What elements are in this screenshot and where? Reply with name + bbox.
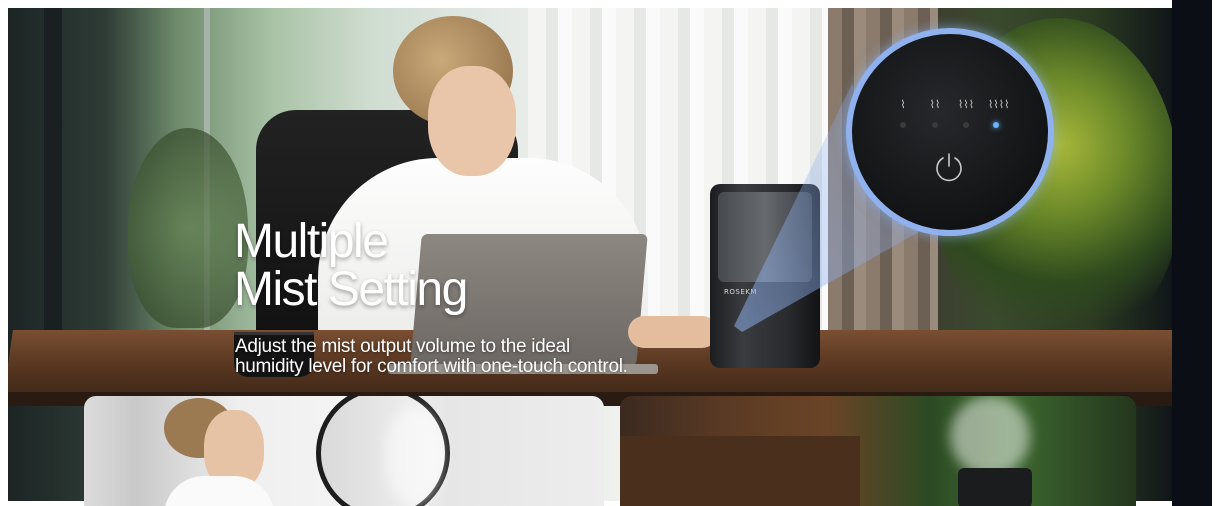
mist-level-icon: ⌇⌇⌇⌇ <box>988 98 1010 111</box>
woman-face <box>428 66 516 176</box>
humidifier: ROSEKM <box>710 184 820 368</box>
wood-cabinet <box>620 436 860 506</box>
headline: Multiple Mist Setting <box>234 215 468 316</box>
description-line-1: Adjust the mist output volume to the ide… <box>235 336 570 357</box>
mist-level-icon: ⌇ <box>900 98 906 111</box>
window-frame <box>44 8 62 368</box>
mist-level-icon: ⌇⌇ <box>929 98 941 111</box>
headline-line-1: Multiple <box>234 215 389 268</box>
thumb-woman-body <box>164 476 274 506</box>
mist-plume <box>950 396 1030 476</box>
right-border <box>1172 0 1212 506</box>
plant <box>128 128 248 328</box>
level-indicator-active <box>993 122 999 128</box>
control-panel-zoom: ⌇ ⌇⌇ ⌇⌇⌇ ⌇⌇⌇⌇ <box>846 28 1054 236</box>
description: Adjust the mist output volume to the ide… <box>235 337 628 377</box>
hand <box>628 316 718 348</box>
level-indicator <box>932 122 938 128</box>
water-tank <box>718 192 812 282</box>
description-line-2: humidity level for comfort with one-touc… <box>235 356 628 377</box>
mist-level-icon: ⌇⌇⌇ <box>958 98 975 111</box>
level-indicator <box>963 122 969 128</box>
mist-plume <box>384 406 444 506</box>
thumbnail-woman-mirror <box>84 396 604 506</box>
thumb-humidifier <box>958 468 1032 506</box>
headline-line-2: Mist Setting <box>234 263 468 316</box>
level-indicator <box>900 122 906 128</box>
thumbnail-plants-humidifier <box>620 396 1136 506</box>
power-icon <box>936 153 962 182</box>
brand-label: ROSEKM <box>724 288 757 296</box>
